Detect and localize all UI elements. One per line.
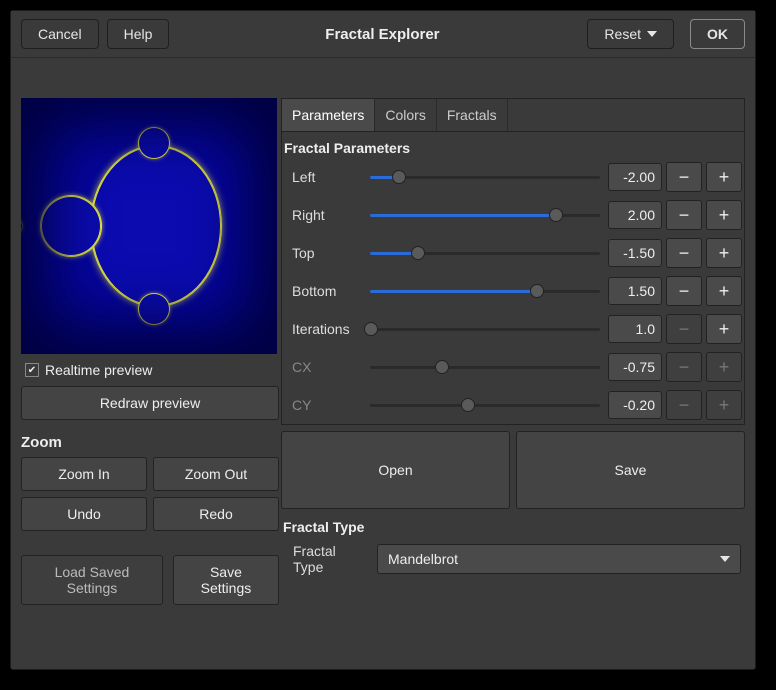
param-row-iterations: Iterations 1.0−+: [282, 310, 744, 348]
save-settings-button[interactable]: Save Settings: [173, 555, 279, 605]
param-decrement-cy: −: [666, 390, 702, 420]
param-slider-cy: [366, 395, 604, 415]
param-slider-left[interactable]: [366, 167, 604, 187]
param-value-top[interactable]: -1.50: [608, 239, 662, 267]
zoom-section-label: Zoom: [21, 434, 279, 451]
param-slider-top[interactable]: [366, 243, 604, 263]
param-row-right: Right 2.00−+: [282, 196, 744, 234]
right-column: Parameters Colors Fractals Fractal Param…: [281, 98, 745, 605]
param-value-cx: -0.75: [608, 353, 662, 381]
realtime-preview-label: Realtime preview: [45, 362, 152, 378]
param-slider-right[interactable]: [366, 205, 604, 225]
redraw-preview-button[interactable]: Redraw preview: [21, 386, 279, 420]
dialog-window: Cancel Help Fractal Explorer Reset OK ✔ …: [10, 10, 756, 670]
param-label-top: Top: [284, 245, 362, 261]
help-button[interactable]: Help: [107, 19, 170, 49]
fractal-type-group-label: Fractal Type: [281, 509, 745, 537]
check-icon: ✔: [25, 363, 39, 377]
ok-button[interactable]: OK: [690, 19, 745, 49]
reset-label: Reset: [604, 26, 641, 42]
param-decrement-cx: −: [666, 352, 702, 382]
fractal-parameters-label: Fractal Parameters: [282, 134, 744, 158]
redo-button[interactable]: Redo: [153, 497, 279, 531]
param-increment-cx: +: [706, 352, 742, 382]
param-decrement-iterations: −: [666, 314, 702, 344]
fractal-type-value: Mandelbrot: [388, 551, 458, 567]
zoom-out-button[interactable]: Zoom Out: [153, 457, 279, 491]
param-slider-iterations[interactable]: [366, 319, 604, 339]
param-row-top: Top -1.50−+: [282, 234, 744, 272]
param-value-cy: -0.20: [608, 391, 662, 419]
param-label-cy: CY: [284, 397, 362, 413]
param-increment-iterations[interactable]: +: [706, 314, 742, 344]
zoom-button-grid: Zoom In Zoom Out Undo Redo: [21, 457, 279, 531]
param-decrement-top[interactable]: −: [666, 238, 702, 268]
undo-button[interactable]: Undo: [21, 497, 147, 531]
param-label-iterations: Iterations: [284, 321, 362, 337]
param-label-right: Right: [284, 207, 362, 223]
param-value-iterations[interactable]: 1.0: [608, 315, 662, 343]
tab-fractals[interactable]: Fractals: [437, 99, 508, 131]
param-increment-left[interactable]: +: [706, 162, 742, 192]
param-row-left: Left -2.00−+: [282, 158, 744, 196]
open-preset-button[interactable]: Open: [281, 431, 510, 509]
tab-parameters[interactable]: Parameters: [282, 99, 375, 131]
cancel-button[interactable]: Cancel: [21, 19, 99, 49]
param-label-left: Left: [284, 169, 362, 185]
param-increment-bottom[interactable]: +: [706, 276, 742, 306]
tab-colors[interactable]: Colors: [375, 99, 436, 131]
param-value-right[interactable]: 2.00: [608, 201, 662, 229]
fractal-type-row: Fractal Type Mandelbrot: [281, 537, 745, 585]
param-slider-cx: [366, 357, 604, 377]
param-increment-top[interactable]: +: [706, 238, 742, 268]
left-column: ✔ Realtime preview Redraw preview Zoom Z…: [21, 98, 279, 605]
param-label-cx: CX: [284, 359, 362, 375]
param-value-bottom[interactable]: 1.50: [608, 277, 662, 305]
preset-buttons: Open Save: [281, 431, 745, 509]
param-row-bottom: Bottom 1.50−+: [282, 272, 744, 310]
param-decrement-bottom[interactable]: −: [666, 276, 702, 306]
chevron-down-icon: [647, 31, 657, 37]
chevron-down-icon: [720, 556, 730, 562]
param-increment-right[interactable]: +: [706, 200, 742, 230]
param-slider-bottom[interactable]: [366, 281, 604, 301]
dialog-title: Fractal Explorer: [177, 26, 587, 43]
param-row-cy: CY -0.20−+: [282, 386, 744, 424]
reset-dropdown[interactable]: Reset: [587, 19, 674, 49]
fractal-type-label: Fractal Type: [285, 543, 369, 575]
fractal-type-select[interactable]: Mandelbrot: [377, 544, 741, 574]
param-value-left[interactable]: -2.00: [608, 163, 662, 191]
load-saved-settings-button[interactable]: Load Saved Settings: [21, 555, 163, 605]
tabbar: Parameters Colors Fractals: [281, 98, 745, 132]
content-area: ✔ Realtime preview Redraw preview Zoom Z…: [11, 58, 755, 615]
parameters-pane: Fractal Parameters Left-2.00−+Right2.00−…: [281, 132, 745, 425]
footer-buttons: Load Saved Settings Save Settings: [21, 531, 279, 605]
param-row-cx: CX -0.75−+: [282, 348, 744, 386]
param-decrement-right[interactable]: −: [666, 200, 702, 230]
zoom-in-button[interactable]: Zoom In: [21, 457, 147, 491]
param-label-bottom: Bottom: [284, 283, 362, 299]
param-decrement-left[interactable]: −: [666, 162, 702, 192]
fractal-preview[interactable]: [21, 98, 277, 354]
save-preset-button[interactable]: Save: [516, 431, 745, 509]
titlebar: Cancel Help Fractal Explorer Reset OK: [11, 11, 755, 58]
realtime-preview-checkbox[interactable]: ✔ Realtime preview: [21, 354, 279, 386]
param-increment-cy: +: [706, 390, 742, 420]
